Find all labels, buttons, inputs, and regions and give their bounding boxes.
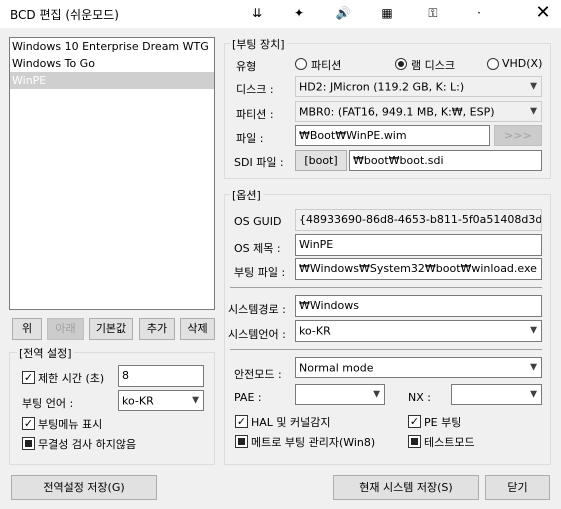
chevron-down-icon: ▼ (530, 325, 537, 336)
boot-language-value: ko-KR (122, 394, 154, 407)
chevron-down-icon: ▼ (530, 81, 537, 91)
pe-boot-checkbox[interactable]: ✓ (408, 415, 421, 428)
ramdisk-radio-label: 램 디스크 (411, 59, 455, 72)
boot-language-select[interactable]: ko-KR ▼ (118, 390, 204, 411)
nx-select[interactable]: ▼ (451, 384, 542, 405)
hal-detect-label: HAL 및 커널감지 (251, 416, 331, 429)
dot-icon[interactable]: · (470, 4, 488, 22)
ramdisk-radio[interactable] (395, 58, 407, 70)
chevron-down-icon: ▼ (530, 106, 537, 116)
nx-label: NX : (408, 391, 431, 404)
system-language-value: ko-KR (299, 324, 331, 338)
set-default-button[interactable]: 기본값 (89, 318, 133, 340)
list-item-selected[interactable]: WinPE (10, 72, 214, 89)
os-guid-field: {48933690-86d8-4653-b811-5f0a51408d3d} (295, 209, 542, 231)
options-divider (230, 287, 542, 288)
system-language-select[interactable]: ko-KR ▼ (295, 320, 542, 342)
partition-radio[interactable] (295, 58, 307, 70)
chevron-down-icon: ▼ (192, 395, 199, 405)
double-chevron-down-icon[interactable]: ⇊ (248, 4, 266, 22)
timeout-checkbox[interactable]: ✓ (22, 371, 35, 384)
save-global-button[interactable]: 전역설정 저장(G) (11, 475, 157, 500)
disk-value: HD2: JMicron (119.2 GB, K: L:) (299, 80, 465, 93)
chevron-down-icon: ▼ (530, 389, 537, 399)
system-root-label: 시스템경로 : (228, 303, 286, 316)
boot-file-input[interactable]: ₩Windows₩System32₩boot₩winload.exe (295, 258, 542, 280)
delete-button[interactable]: 삭제 (180, 318, 215, 340)
move-down-button[interactable]: 아래 (47, 318, 84, 340)
partition-label: 파티션 : (236, 108, 274, 121)
disk-label: 디스크 : (236, 83, 274, 96)
partition-radio-label: 파티션 (311, 59, 342, 72)
metro-bootmgr-label: 메트로 부팅 관리자(Win8) (251, 436, 376, 449)
boot-device-title: [부팅 장치] (230, 36, 287, 52)
chevron-down-icon: ▼ (373, 389, 380, 399)
options-title: [옵션] (230, 187, 263, 203)
os-guid-label: OS GUID (234, 215, 282, 228)
browse-button[interactable]: >>> (494, 125, 542, 146)
no-integrity-label: 무결성 검사 하지않음 (38, 438, 137, 451)
disk-select[interactable]: HD2: JMicron (119.2 GB, K: L:) ▼ (295, 76, 542, 97)
list-item[interactable]: Windows To Go (10, 55, 214, 72)
test-mode-checkbox[interactable] (408, 435, 421, 448)
pin-icon[interactable]: ✦ (290, 4, 308, 22)
safe-mode-value: Normal mode (299, 361, 374, 374)
system-language-label: 시스템언어 : (228, 328, 286, 341)
list-item[interactable]: Windows 10 Enterprise Dream WTG (10, 38, 214, 55)
window-title: BCD 편집 (쉬운모드) (10, 8, 119, 22)
sdi-file-label: SDI 파일 : (234, 156, 284, 169)
file-label: 파일 : (236, 132, 264, 145)
save-current-system-button[interactable]: 현재 시스템 저장(S) (333, 475, 479, 500)
vhd-radio-label: VHD(X) (502, 57, 543, 70)
file-input[interactable]: ₩Boot₩WinPE.wim (295, 125, 490, 146)
system-root-input[interactable]: ₩Windows (295, 295, 542, 317)
os-title-input[interactable]: WinPE (295, 234, 542, 256)
boot-type-label: 유형 (236, 60, 257, 73)
partition-select[interactable]: MBR0: (FAT16, 949.1 MB, K:₩, ESP) ▼ (295, 101, 542, 122)
global-settings-title: [전역 설정] (17, 345, 74, 361)
boot-file-label: 부팅 파일 : (234, 266, 286, 279)
pe-boot-label: PE 부팅 (424, 416, 462, 429)
speaker-icon[interactable]: 🔊 (334, 4, 352, 22)
test-mode-label: 테스트모드 (424, 436, 475, 449)
no-integrity-checkbox[interactable] (22, 437, 35, 450)
boot-entry-list[interactable]: Windows 10 Enterprise Dream WTG Windows … (9, 37, 215, 310)
sdi-file-input[interactable]: ₩boot₩boot.sdi (349, 150, 542, 171)
vhd-radio[interactable] (487, 58, 499, 70)
timeout-input[interactable]: 8 (118, 365, 204, 387)
options-divider-2 (230, 349, 542, 350)
timeout-label: 제한 시간 (초) (38, 372, 105, 385)
move-up-button[interactable]: 위 (12, 318, 42, 340)
add-button[interactable]: 추가 (139, 318, 175, 340)
os-title-label: OS 제목 : (234, 242, 281, 255)
close-icon[interactable]: ✕ (533, 2, 553, 24)
safe-mode-label: 안전모드 : (234, 368, 282, 381)
safe-mode-select[interactable]: Normal mode ▼ (295, 357, 542, 378)
grid-icon[interactable]: ▦ (378, 4, 396, 22)
show-bootmenu-label: 부팅메뉴 표시 (38, 418, 103, 431)
key-icon[interactable]: ⚿ (424, 4, 442, 22)
pae-select[interactable]: ▼ (295, 384, 385, 405)
close-button[interactable]: 닫기 (485, 475, 550, 500)
show-bootmenu-checkbox[interactable]: ✓ (22, 417, 35, 430)
title-bar: BCD 편집 (쉬운모드) ⇊ ✦ 🔊 ▦ ⚿ · ✕ (0, 0, 561, 28)
boot-language-label: 부팅 언어 : (22, 397, 74, 410)
sdi-boot-button[interactable]: [boot] (295, 150, 347, 171)
pae-label: PAE : (234, 391, 262, 404)
partition-value: MBR0: (FAT16, 949.1 MB, K:₩, ESP) (299, 105, 495, 118)
metro-bootmgr-checkbox[interactable] (235, 435, 248, 448)
chevron-down-icon: ▼ (530, 362, 537, 372)
hal-detect-checkbox[interactable]: ✓ (235, 415, 248, 428)
